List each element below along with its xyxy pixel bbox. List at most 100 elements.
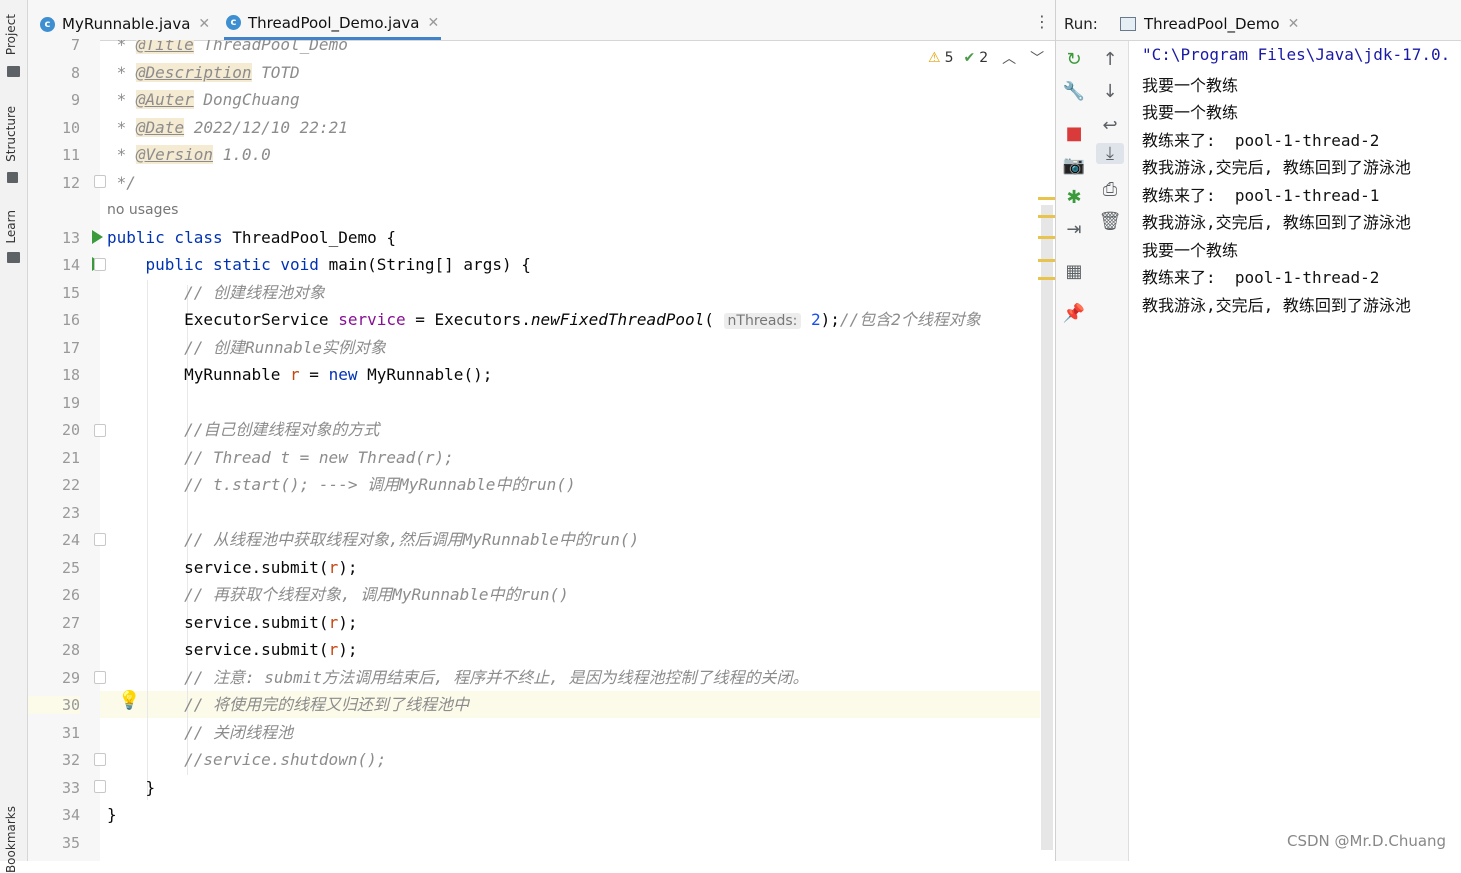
close-icon[interactable]: ✕ <box>1288 16 1300 32</box>
chevron-up-icon[interactable]: ︿ <box>1002 48 1016 68</box>
code-text: */ <box>107 173 136 192</box>
learn-tool-button[interactable]: Learn <box>4 210 18 244</box>
error-stripe-mark[interactable] <box>1038 277 1055 280</box>
code-number: 2 <box>801 310 821 329</box>
line-number: 11 <box>61 146 80 164</box>
tab-label: ThreadPool_Demo.java <box>248 13 420 32</box>
line-number: 17 <box>61 339 80 357</box>
code-text: 1.0.0 <box>212 145 271 164</box>
javadoc-tag: @Version <box>135 145 213 164</box>
console-icon <box>1120 17 1136 31</box>
code-keyword: public static void <box>145 255 329 274</box>
code-method: newFixedThreadPool <box>530 310 705 329</box>
error-stripe-mark[interactable] <box>1038 215 1055 218</box>
code-comment: //service.shutdown(); <box>184 750 387 769</box>
code-text: DongChuang <box>193 90 300 109</box>
error-stripe-mark[interactable] <box>1038 236 1055 239</box>
tab-threadpool-demo[interactable]: c ThreadPool_Demo.java ✕ <box>224 8 442 40</box>
arrow-down-icon[interactable]: ↓ <box>1092 81 1128 102</box>
console-line: 教我游泳,交完后, 教练回到了游泳池 <box>1142 158 1411 177</box>
code-comment: //包含2个线程对象 <box>839 310 981 329</box>
code-text: ( <box>704 310 724 329</box>
line-number: 22 <box>61 476 80 494</box>
line-number: 19 <box>61 394 80 412</box>
line-number: 21 <box>61 449 80 467</box>
camera-icon[interactable]: 📷 <box>1056 155 1092 176</box>
editor-tab-bar: c MyRunnable.java ✕ c ThreadPool_Demo.ja… <box>28 0 1055 41</box>
usage-hint[interactable]: no usages <box>107 202 178 218</box>
line-number: 35 <box>61 834 80 852</box>
rerun-icon[interactable]: ↻ <box>1056 49 1092 70</box>
run-toolbar-primary: ↻ 🔧 ■ 📷 ✱ ⇥ ▦ 📌 <box>1056 41 1092 861</box>
close-icon[interactable]: ✕ <box>198 16 210 32</box>
weak-warning-count: 2 <box>979 50 989 66</box>
code-text: MyRunnable <box>184 365 291 384</box>
line-number: 30 <box>28 696 80 714</box>
soft-wrap-icon[interactable]: ↩ <box>1092 115 1128 136</box>
code-text: service.submit( <box>184 613 329 632</box>
more-vertical-icon[interactable]: ⋮ <box>1034 12 1050 31</box>
code-comment: // 再获取个线程对象, 调用MyRunnable中的run() <box>184 585 569 604</box>
left-tool-strip: Project Structure Learn Bookmarks <box>0 0 28 873</box>
javadoc-tag: @Title <box>135 40 194 54</box>
scroll-to-end-icon[interactable]: ⤓ <box>1096 143 1124 164</box>
error-stripe-mark[interactable] <box>1038 259 1055 262</box>
run-console[interactable]: "C:\Program Files\Java\jdk-17.0. 我要一个教练 … <box>1130 41 1461 861</box>
trash-icon[interactable]: 🗑 <box>1092 211 1128 232</box>
line-number: 12 <box>61 174 80 192</box>
line-number: 7 <box>70 36 80 54</box>
line-number: 26 <box>61 586 80 604</box>
line-number: 20 <box>61 421 80 439</box>
debug-icon[interactable]: ✱ <box>1056 187 1092 208</box>
code-text: ExecutorService <box>184 310 339 329</box>
line-number: 16 <box>61 311 80 329</box>
code-keyword: public class <box>107 228 233 247</box>
code-text: ); <box>820 310 840 329</box>
java-class-icon: c <box>40 16 55 32</box>
code-editor[interactable]: 💡 * @Title ThreadPool_Demo * @Descriptio… <box>100 40 1040 861</box>
bookmarks-tool-button[interactable]: Bookmarks <box>4 806 18 873</box>
stop-icon[interactable]: ■ <box>1056 123 1092 144</box>
line-number: 25 <box>61 559 80 577</box>
code-text: main(String[] args) { <box>328 255 531 274</box>
code-text: ); <box>338 613 358 632</box>
line-number: 18 <box>61 366 80 384</box>
structure-icon <box>7 172 18 183</box>
code-variable: r <box>328 558 339 577</box>
line-number: 33 <box>61 779 80 797</box>
javadoc-tag: @Date <box>135 118 185 137</box>
pin-icon[interactable]: 📌 <box>1056 303 1092 324</box>
line-number: 9 <box>70 91 80 109</box>
line-number: 32 <box>61 751 80 769</box>
line-number: 13 <box>61 229 80 247</box>
editor-gutter: 7 8 9 10 11 12 13 14 15 16 17 18 19 20 2… <box>28 36 106 861</box>
error-stripe-mark[interactable] <box>1038 197 1055 200</box>
inspection-widget[interactable]: ⚠ 5 ✔ 2 ︿ ﹀ <box>928 48 1044 68</box>
code-text: TOTD <box>251 63 300 82</box>
line-number: 10 <box>61 119 80 137</box>
run-tab-label: ThreadPool_Demo <box>1144 15 1280 33</box>
parameter-hint: nThreads: <box>723 313 802 329</box>
wrench-icon[interactable]: 🔧 <box>1056 81 1092 102</box>
line-number: 34 <box>61 806 80 824</box>
arrow-up-icon[interactable]: ↑ <box>1092 49 1128 70</box>
editor-scrollbar[interactable] <box>1041 205 1053 850</box>
run-label: Run: <box>1064 15 1098 33</box>
warning-count: 5 <box>944 50 954 66</box>
code-variable: r <box>290 365 300 384</box>
close-icon[interactable]: ✕ <box>427 15 439 31</box>
structure-tool-button[interactable]: Structure <box>4 106 18 162</box>
folder-icon <box>7 66 20 77</box>
exit-icon[interactable]: ⇥ <box>1056 219 1092 240</box>
line-number: 31 <box>61 724 80 742</box>
code-text: 2022/12/10 22:21 <box>184 118 348 137</box>
code-keyword: new <box>328 365 368 384</box>
code-variable: r <box>328 613 339 632</box>
line-number: 24 <box>61 531 80 549</box>
run-config-tab[interactable]: ThreadPool_Demo ✕ <box>1120 8 1299 40</box>
layout-icon[interactable]: ▦ <box>1056 261 1092 282</box>
console-line: "C:\Program Files\Java\jdk-17.0. <box>1142 45 1451 64</box>
project-tool-button[interactable]: Project <box>4 14 18 55</box>
print-icon[interactable]: ⎙ <box>1092 179 1128 200</box>
chevron-down-icon[interactable]: ﹀ <box>1030 48 1044 68</box>
